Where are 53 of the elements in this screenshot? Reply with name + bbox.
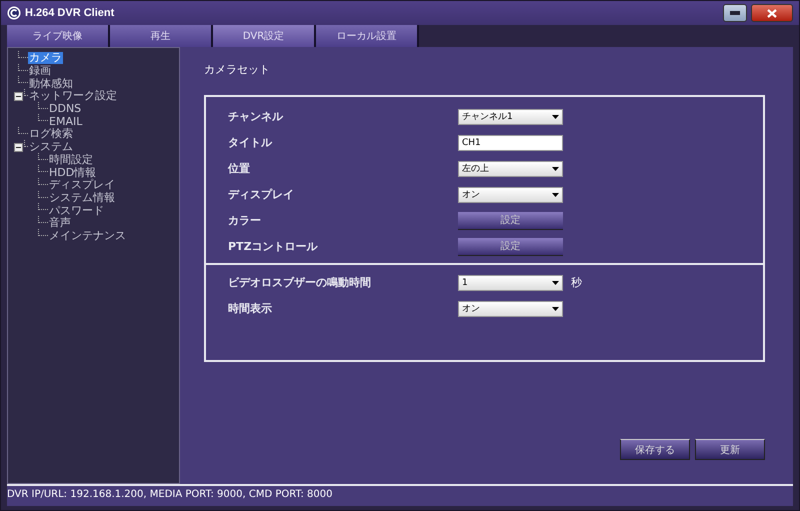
tab[interactable]: DVR設定 [213,25,316,47]
field-label: カラー [228,213,262,228]
status-bar: DVR IP/URL: 192.168.1.200, MEDIA PORT: 9000, CMD PORT: 8000 [7,484,793,506]
tree-item[interactable]: パスワード [48,204,105,217]
tree-item[interactable]: 音声 [48,217,72,230]
settings-button[interactable]: 設定 [458,238,563,256]
dropdown[interactable]: 左の上 [458,160,563,176]
tree-item[interactable]: 動体感知 [28,78,74,90]
tree-item[interactable]: ネットワーク設定 [28,90,118,102]
action-button[interactable]: 保存する [620,439,690,460]
logo-icon [7,6,21,20]
collapse-icon[interactable] [14,142,23,152]
tab[interactable]: 再生 [110,25,213,47]
caret-icon [552,192,559,196]
tree-item[interactable]: メインテナンス [48,230,127,242]
dropdown[interactable]: オン [458,186,563,202]
field-label: タイトル [228,135,273,150]
tree-item[interactable]: システム情報 [48,192,116,204]
tree-item[interactable]: システム [28,141,74,154]
close-button[interactable] [751,4,793,22]
tab[interactable]: ローカル設置 [316,25,419,47]
caret-icon [552,280,559,284]
close-icon [767,8,777,18]
tab[interactable]: ライブ映像 [7,25,110,47]
tree-item[interactable]: 録画 [28,65,52,78]
tree-item[interactable]: 時間設定 [48,154,94,166]
field-label: ディスプレイ [228,187,295,202]
page-title: カメラセット [204,62,271,77]
dropdown[interactable]: チャンネル1 [458,108,563,124]
field-label: ビデオロスブザーの鳴動時間 [228,275,372,290]
action-button[interactable]: 更新 [695,439,765,460]
tree-item[interactable]: カメラ [28,52,63,64]
field-label: チャンネル [228,109,284,124]
collapse-icon[interactable] [14,92,23,101]
caret-icon [552,306,559,310]
tree-item[interactable]: ログ検索 [28,128,74,140]
tree-item[interactable]: EMAIL [48,116,84,128]
caret-icon [552,114,559,118]
field-label: 位置 [228,161,251,176]
tree-item[interactable]: DDNS [48,103,82,116]
input-field[interactable]: CH1 [458,134,563,150]
dropdown[interactable]: 1 [458,274,563,290]
window-title: H.264 DVR Client [25,7,116,19]
unit-label: 秒 [571,275,582,290]
minimize-button[interactable] [723,4,747,22]
settings-button[interactable]: 設定 [458,212,563,230]
caret-icon [552,166,559,170]
field-label: 時間表示 [228,301,273,316]
tree-item[interactable]: ディスプレイ [48,179,116,192]
tree-item[interactable]: HDD情報 [48,166,98,179]
field-label: PTZコントロール [228,239,319,254]
dropdown[interactable]: オン [458,300,563,316]
minimize-icon [730,11,740,15]
